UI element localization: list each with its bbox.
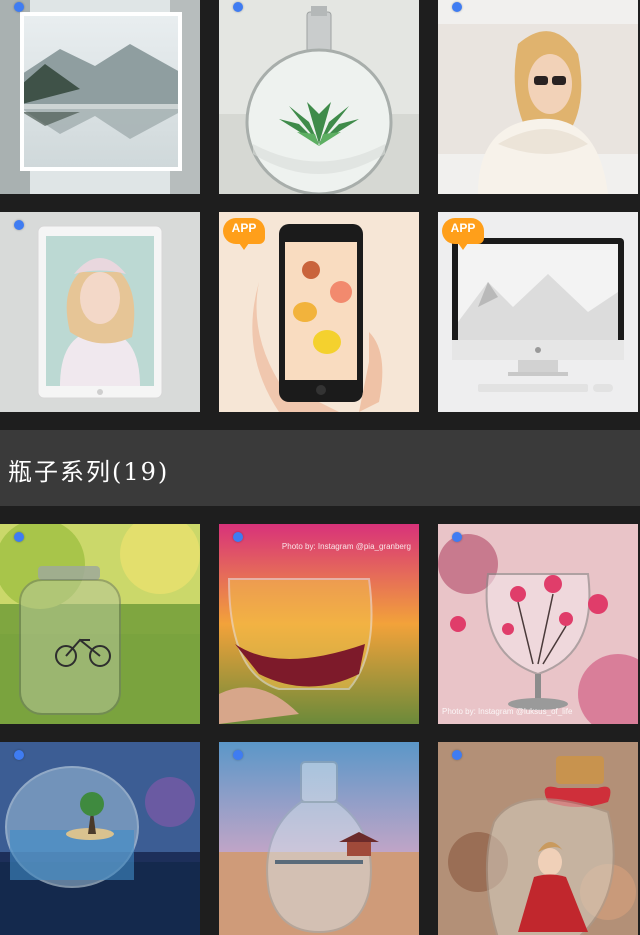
template-tile-perfume-bottle[interactable] (219, 0, 419, 194)
mountain-lake-image (0, 0, 200, 194)
selection-dot (14, 2, 24, 12)
jar-bicycle-image (0, 524, 200, 724)
photo-credit: Photo by: Instagram @luksus_of_life (442, 707, 573, 716)
template-tile-woman-sunglasses[interactable] (438, 0, 638, 194)
selection-dot (233, 2, 243, 12)
wine-glass-sunset-image (219, 524, 419, 724)
template-tile-ipad-portrait[interactable] (0, 212, 200, 412)
template-tile-imac[interactable]: APP (438, 212, 638, 412)
app-badge: APP (442, 218, 484, 250)
template-tile-bottle-pavilion[interactable] (219, 742, 419, 935)
template-tile-mountain-lake[interactable] (0, 0, 200, 194)
perfume-bottle-image (219, 0, 419, 194)
template-tile-wine-glass-sunset[interactable]: Photo by: Instagram @pia_granberg (219, 524, 419, 724)
selection-dot (14, 220, 24, 230)
template-tile-wine-glass-flowers[interactable]: Photo by: Instagram @luksus_of_life (438, 524, 638, 724)
selection-dot (452, 532, 462, 542)
photo-credit: Photo by: Instagram @pia_granberg (281, 542, 411, 551)
selection-dot (14, 532, 24, 542)
template-tile-jar-girl[interactable] (438, 742, 638, 935)
app-badge: APP (223, 218, 265, 250)
ipad-portrait-image (0, 212, 200, 412)
template-tile-jar-bicycle[interactable] (0, 524, 200, 724)
selection-dot (452, 750, 462, 760)
jar-girl-image (438, 742, 638, 935)
selection-dot (233, 532, 243, 542)
fishbowl-island-image (0, 742, 200, 935)
section-header-bottle: 瓶子系列(19) (0, 430, 640, 506)
template-tile-fishbowl-island[interactable] (0, 742, 200, 935)
template-tile-phone-fruits[interactable]: APP (219, 212, 419, 412)
selection-dot (452, 2, 462, 12)
selection-dot (233, 750, 243, 760)
woman-sunglasses-image (438, 0, 638, 194)
selection-dot (14, 750, 24, 760)
bottle-pavilion-image (219, 742, 419, 935)
wine-glass-flowers-image (438, 524, 638, 724)
section-title: 瓶子系列(19) (8, 458, 170, 486)
